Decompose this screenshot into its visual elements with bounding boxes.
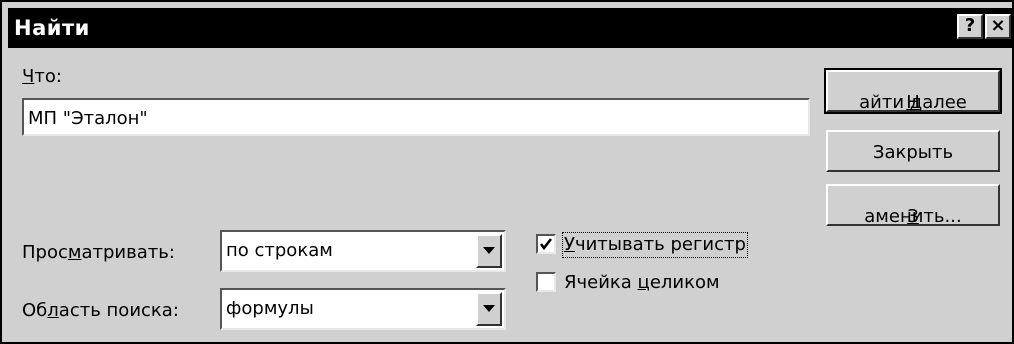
find-next-button[interactable]: Найти далее [824,68,1002,114]
close-button[interactable]: × [985,14,1011,39]
chevron-down-icon[interactable] [476,292,502,326]
chevron-down-icon[interactable] [476,234,502,268]
find-what-input[interactable]: МП "Эталон" [22,98,810,136]
find-what-label: Что: [22,66,62,87]
match-case-checkbox[interactable] [536,234,556,254]
checkmark-icon [539,238,553,251]
find-dialog: Найти ? × Что: МП "Эталон" Найти далее З… [0,0,1014,344]
search-order-label: Просматривать: [22,242,175,263]
title-bar: Найти ? × [8,8,1012,48]
help-icon: ? [964,15,976,36]
search-order-value: по строкам [226,240,333,261]
close-dialog-button[interactable]: Закрыть [826,130,1000,172]
whole-cell-checkbox[interactable] [536,272,556,292]
look-in-value: формулы [226,298,314,319]
search-order-select[interactable]: по строкам [220,230,506,272]
close-button-label: Закрыть [872,142,954,163]
look-in-select[interactable]: формулы [220,288,506,330]
match-case-label[interactable]: Учитывать регистр [562,232,748,258]
dialog-title: Найти [14,16,90,40]
whole-cell-label[interactable]: Ячейка целиком [564,272,720,294]
replace-button[interactable]: Заменить... [826,184,1000,227]
look-in-label: Область поиска: [22,300,179,321]
find-what-value: МП "Эталон" [28,108,148,129]
help-button[interactable]: ? [957,14,983,39]
close-icon: × [990,15,1006,36]
